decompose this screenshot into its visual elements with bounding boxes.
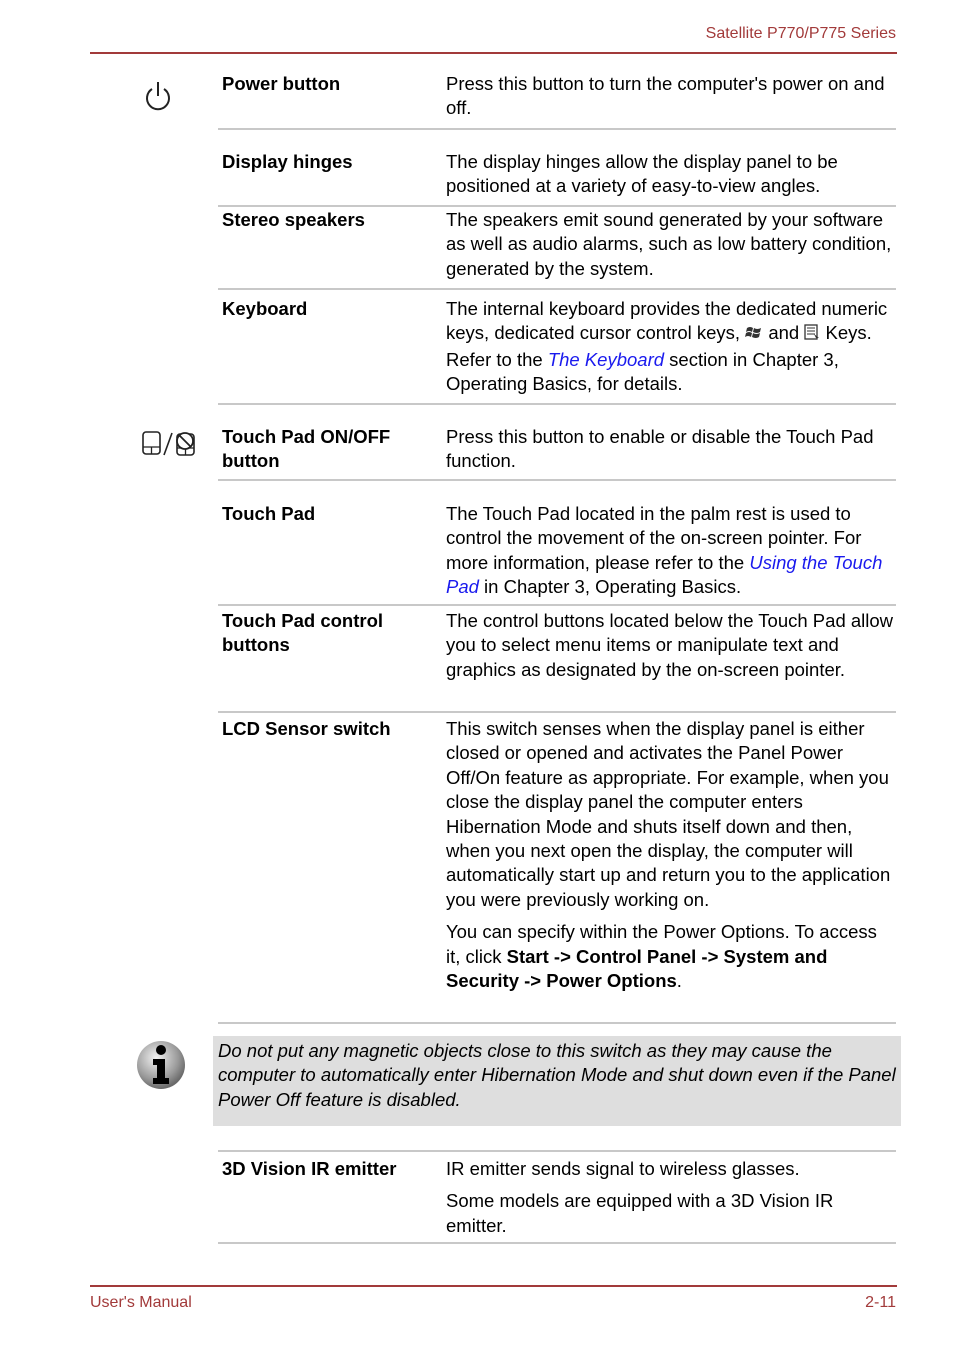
note-box: Do not put any magnetic objects close to… bbox=[213, 1036, 901, 1126]
windows-key-icon bbox=[745, 323, 763, 347]
table-row: Stereo speakers The speakers emit sound … bbox=[218, 208, 896, 290]
table-row: Touch Pad control buttons The control bu… bbox=[218, 609, 896, 713]
term-power-button: Power button bbox=[222, 73, 341, 94]
term-stereo-speakers: Stereo speakers bbox=[222, 209, 365, 230]
desc-stereo-speakers: The speakers emit sound generated by you… bbox=[446, 209, 892, 279]
desc-touchpad-control-buttons: The control buttons located below the To… bbox=[446, 610, 894, 680]
table-row: Touch Pad The Touch Pad located in the p… bbox=[218, 502, 896, 606]
footer-manual-title: User's Manual bbox=[90, 1294, 192, 1311]
desc-text: in Chapter 3, Operating Basics. bbox=[478, 576, 742, 598]
header-rule bbox=[90, 52, 897, 54]
desc-touchpad: The Touch Pad located in the palm rest i… bbox=[446, 502, 896, 600]
table-row: 3D Vision IR emitter IR emitter sends si… bbox=[218, 1150, 896, 1244]
term-keyboard: Keyboard bbox=[222, 298, 308, 319]
term-3d-vision-ir-emitter: 3D Vision IR emitter bbox=[222, 1158, 397, 1179]
table-row: Display hinges The display hinges allow … bbox=[218, 150, 896, 207]
desc-keyboard: The internal keyboard provides the dedic… bbox=[446, 297, 896, 397]
table-row: LCD Sensor switch This switch senses whe… bbox=[218, 717, 896, 1024]
desc-display-hinges: The display hinges allow the display pan… bbox=[446, 151, 838, 197]
info-icon bbox=[136, 1040, 186, 1097]
term-touchpad-control-buttons: Touch Pad control buttons bbox=[222, 610, 384, 656]
footer-rule bbox=[90, 1285, 897, 1287]
power-icon bbox=[143, 80, 173, 117]
note-text: Do not put any magnetic objects close to… bbox=[218, 1040, 896, 1110]
term-touchpad: Touch Pad bbox=[222, 503, 316, 524]
desc-text: . bbox=[676, 970, 682, 992]
link-the-keyboard[interactable]: The Keyboard bbox=[548, 349, 664, 370]
desc-lcd-sensor-switch: This switch senses when the display pane… bbox=[446, 718, 891, 910]
desc-text: and bbox=[763, 322, 805, 344]
term-touchpad-on-off: Touch Pad ON/OFF button bbox=[222, 426, 391, 472]
table-row: Keyboard The internal keyboard provides … bbox=[218, 297, 896, 405]
table-row: Touch Pad ON/OFF button Press this butto… bbox=[218, 425, 896, 481]
touchpad-on-off-icon bbox=[141, 430, 199, 463]
page-number: 2-11 bbox=[865, 1294, 896, 1311]
desc-lcd-power-options: You can specify within the Power Options… bbox=[446, 920, 896, 993]
desc-3d-vision-ir-emitter: IR emitter sends signal to wireless glas… bbox=[446, 1158, 800, 1179]
term-display-hinges: Display hinges bbox=[222, 151, 353, 172]
term-lcd-sensor-switch: LCD Sensor switch bbox=[222, 718, 391, 739]
desc-touchpad-on-off: Press this button to enable or disable t… bbox=[446, 426, 874, 472]
running-header-title: Satellite P770/P775 Series bbox=[705, 25, 896, 42]
application-key-icon bbox=[804, 323, 820, 347]
desc-power-button: Press this button to turn the computer's… bbox=[446, 73, 885, 119]
desc-3d-vision-models: Some models are equipped with a 3D Visio… bbox=[446, 1190, 834, 1236]
table-row: Power button Press this button to turn t… bbox=[218, 72, 896, 130]
